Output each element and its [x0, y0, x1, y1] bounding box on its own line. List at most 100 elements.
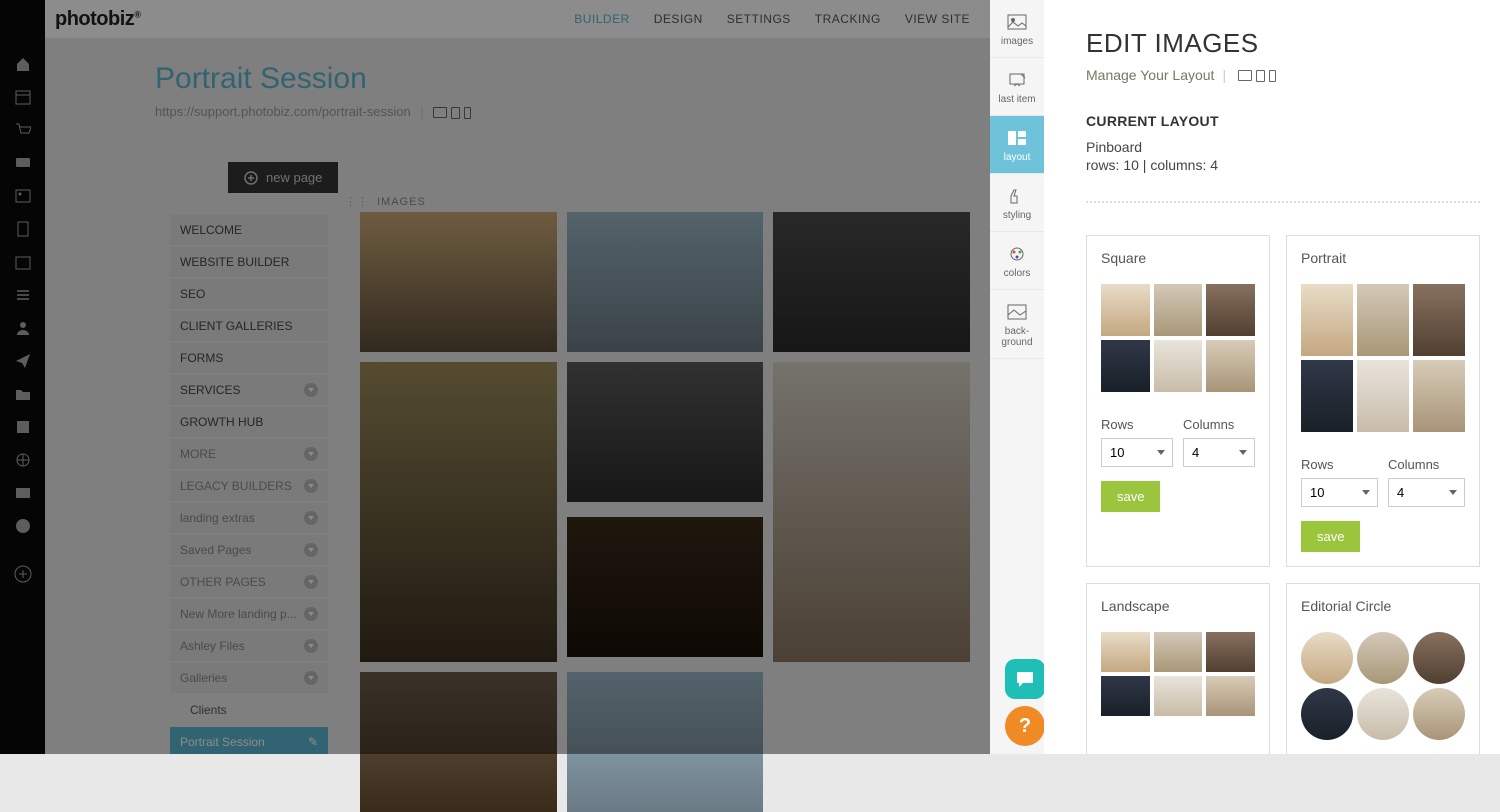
- sidebar-item[interactable]: New More landing p...: [170, 599, 328, 629]
- mail-icon[interactable]: [14, 484, 32, 502]
- option-controls: Rows10Columns4: [1101, 417, 1255, 467]
- tab-colors[interactable]: colors: [990, 232, 1044, 290]
- help-fab[interactable]: ?: [1005, 706, 1045, 746]
- tab-layout[interactable]: layout: [990, 116, 1044, 174]
- nav-settings[interactable]: SETTINGS: [727, 12, 791, 26]
- gallery-image[interactable]: [360, 672, 557, 812]
- nav-viewsite[interactable]: VIEW SITE: [905, 12, 970, 26]
- gallery-image[interactable]: [773, 212, 970, 352]
- layout-option-card[interactable]: PortraitRows10Columns4save: [1286, 235, 1480, 567]
- sidebar-item[interactable]: CLIENT GALLERIES: [170, 311, 328, 341]
- sidebar-item-label: New More landing p...: [180, 607, 297, 621]
- users-icon[interactable]: [14, 319, 32, 337]
- desktop-icon[interactable]: [433, 107, 447, 118]
- sidebar-item[interactable]: MORE: [170, 439, 328, 469]
- sidebar-item[interactable]: WEBSITE BUILDER: [170, 247, 328, 277]
- tab-styling[interactable]: styling: [990, 174, 1044, 232]
- option-preview: [1301, 632, 1465, 740]
- chat-fab[interactable]: [1005, 659, 1045, 699]
- gallery-image[interactable]: [567, 517, 764, 657]
- cart-icon[interactable]: [14, 121, 32, 139]
- layout-option-card[interactable]: Landscape: [1086, 583, 1270, 754]
- home-icon[interactable]: [14, 55, 32, 73]
- gallery-image[interactable]: [360, 212, 557, 352]
- tablet-icon[interactable]: [451, 107, 460, 119]
- preview-thumb: [1206, 284, 1255, 336]
- desktop-icon[interactable]: [1238, 70, 1252, 81]
- calendar-icon[interactable]: [14, 88, 32, 106]
- image-icon[interactable]: [14, 187, 32, 205]
- schedule-icon[interactable]: [14, 253, 32, 271]
- sidebar-item[interactable]: Clients: [170, 695, 328, 725]
- sidebar-item-label: Galleries: [180, 671, 227, 685]
- layout-option-card[interactable]: Editorial CircleMy Image TitleMy Image T…: [1286, 583, 1480, 754]
- layout-meta: rows: 10 | columns: 4: [1086, 157, 1480, 173]
- preview-thumb: [1357, 284, 1409, 356]
- preview-thumb: [1413, 688, 1465, 740]
- tab-last-item[interactable]: last item: [990, 58, 1044, 116]
- top-nav: BUILDER DESIGN SETTINGS TRACKING VIEW SI…: [574, 12, 970, 26]
- gallery-image[interactable]: [773, 362, 970, 662]
- sidebar-item[interactable]: GROWTH HUB: [170, 407, 328, 437]
- sidebar-item[interactable]: LEGACY BUILDERS: [170, 471, 328, 501]
- drag-icon[interactable]: ⋮⋮: [345, 195, 369, 208]
- profile-icon[interactable]: [14, 517, 32, 535]
- sidebar-item[interactable]: WELCOME: [170, 215, 328, 245]
- list-icon[interactable]: [14, 286, 32, 304]
- folder-icon[interactable]: [14, 385, 32, 403]
- sidebar-item[interactable]: FORMS: [170, 343, 328, 373]
- new-page-button[interactable]: new page: [228, 162, 338, 193]
- gallery-image[interactable]: [567, 672, 764, 812]
- rows-select[interactable]: 10: [1101, 438, 1173, 467]
- chevron-down-icon: [304, 575, 318, 589]
- preview-thumb: [1357, 632, 1409, 684]
- tablet-icon[interactable]: [1256, 70, 1265, 82]
- sidebar-item[interactable]: SEO: [170, 279, 328, 309]
- left-rail: [0, 0, 45, 754]
- option-title: Square: [1101, 250, 1255, 266]
- chat-icon[interactable]: [14, 154, 32, 172]
- save-button[interactable]: save: [1301, 521, 1360, 552]
- sidebar-item-label: CLIENT GALLERIES: [180, 319, 293, 333]
- sidebar-item[interactable]: OTHER PAGES: [170, 567, 328, 597]
- tab-images[interactable]: images: [990, 0, 1044, 58]
- nav-builder[interactable]: BUILDER: [574, 12, 630, 26]
- page-header: Portrait Session https://support.photobi…: [155, 62, 471, 119]
- edit-icon[interactable]: ✎: [308, 735, 318, 749]
- phone-icon[interactable]: [464, 107, 471, 119]
- panel-title: EDIT IMAGES: [1086, 28, 1480, 59]
- layout-option-card[interactable]: Square Rows10Columns4 save: [1086, 235, 1270, 567]
- sidebar-item[interactable]: Ashley Files: [170, 631, 328, 661]
- sidebar-item[interactable]: SERVICES: [170, 375, 328, 405]
- puzzle-icon[interactable]: [14, 418, 32, 436]
- option-preview: [1101, 284, 1255, 392]
- gallery-image[interactable]: [567, 362, 764, 502]
- section-current-layout: CURRENT LAYOUT: [1086, 113, 1480, 129]
- preview-thumb: [1413, 284, 1465, 356]
- add-icon[interactable]: [14, 565, 32, 583]
- preview-thumb: [1357, 360, 1409, 432]
- preview-thumb: [1206, 632, 1255, 672]
- preview-thumb: [1154, 284, 1203, 336]
- nav-tracking[interactable]: TRACKING: [815, 12, 881, 26]
- globe-icon[interactable]: [14, 451, 32, 469]
- panel-subtitle: Manage Your Layout|: [1086, 67, 1480, 83]
- tab-background[interactable]: back- ground: [990, 290, 1044, 359]
- save-button[interactable]: save: [1101, 481, 1160, 512]
- nav-design[interactable]: DESIGN: [654, 12, 703, 26]
- rows-select[interactable]: 10: [1301, 478, 1378, 507]
- sidebar-item-label: Portrait Session: [180, 735, 265, 749]
- gallery-image[interactable]: [360, 362, 557, 662]
- sidebar-item[interactable]: Galleries: [170, 663, 328, 693]
- sidebar-item[interactable]: Portrait Session ✎: [170, 727, 328, 754]
- layout-name: Pinboard: [1086, 139, 1480, 155]
- gallery-image[interactable]: [567, 212, 764, 352]
- sidebar-item[interactable]: landing extras: [170, 503, 328, 533]
- document-icon[interactable]: [14, 220, 32, 238]
- phone-icon[interactable]: [1269, 70, 1276, 82]
- cols-select[interactable]: 4: [1183, 438, 1255, 467]
- sidebar-item[interactable]: Saved Pages: [170, 535, 328, 565]
- page-url: https://support.photobiz.com/portrait-se…: [155, 104, 471, 119]
- cols-select[interactable]: 4: [1388, 478, 1465, 507]
- send-icon[interactable]: [14, 352, 32, 370]
